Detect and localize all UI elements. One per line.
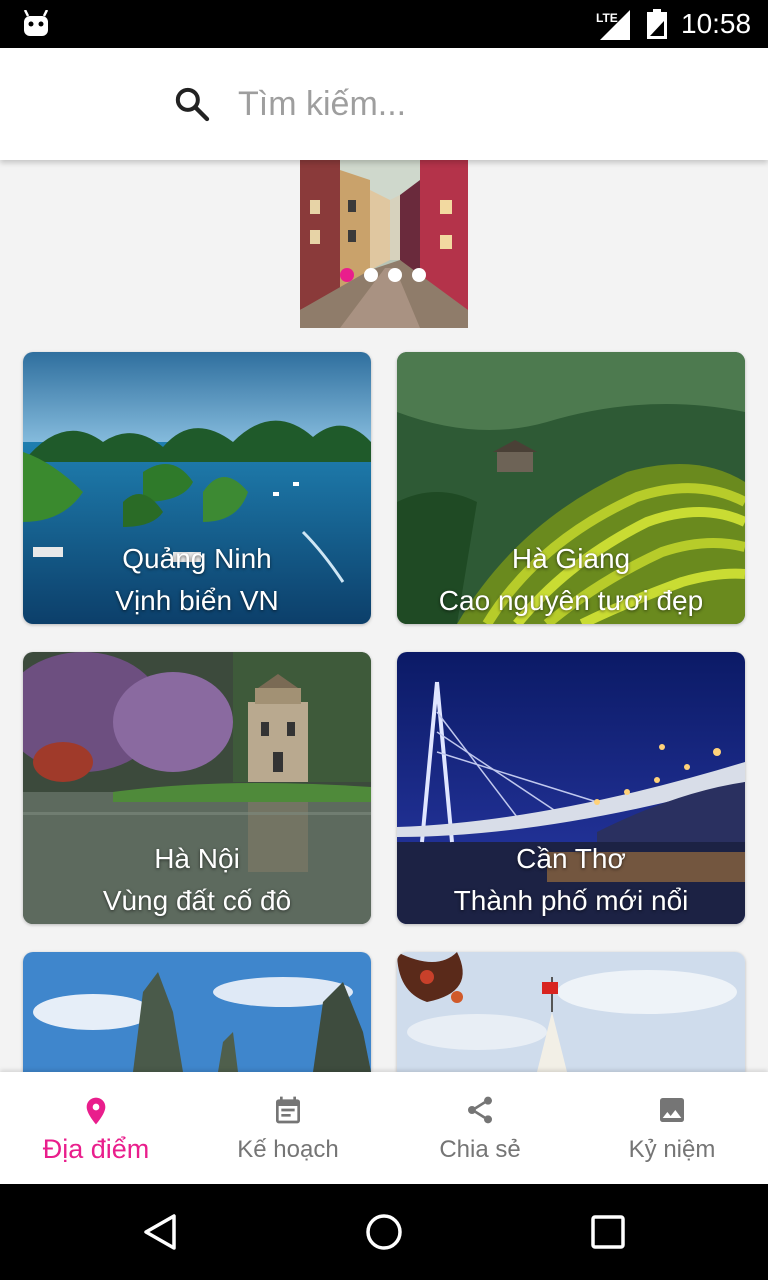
place-card-can-tho[interactable]: Cần Thơ Thành phố mới nổi (397, 652, 745, 924)
place-name: Cần Thơ (516, 843, 626, 874)
place-caption: Hà Nội Vùng đất cố đô (23, 838, 371, 922)
place-subtitle: Vùng đất cố đô (102, 885, 292, 916)
place-caption: Cần Thơ Thành phố mới nổi (397, 838, 745, 922)
place-card-quang-ninh[interactable]: Quảng Ninh Vịnh biển VN (23, 352, 371, 624)
calendar-icon (276, 1096, 300, 1124)
search-bar (0, 48, 768, 160)
place-card-ha-giang[interactable]: Hà Giang Cao nguyên tươi đẹp (397, 352, 745, 624)
nav-item-plan[interactable]: Kế hoạch (192, 1072, 384, 1184)
place-card[interactable] (397, 952, 745, 1072)
place-caption: Hà Giang Cao nguyên tươi đẹp (397, 538, 745, 622)
location-pin-icon (86, 1097, 106, 1125)
image-icon (660, 1098, 684, 1122)
place-caption: Quảng Ninh Vịnh biển VN (23, 538, 371, 622)
carousel-dot[interactable] (388, 268, 402, 282)
status-bar: LTE 10:58 (0, 0, 768, 48)
carousel-dot-active[interactable] (340, 268, 354, 282)
place-image-flag-tower (397, 952, 745, 1072)
clock: 10:58 (681, 8, 752, 39)
place-image-karst-sky (23, 952, 371, 1072)
carousel-dot[interactable] (364, 268, 378, 282)
place-name: Quảng Ninh (122, 543, 272, 574)
nav-item-places[interactable]: Địa điểm (0, 1072, 192, 1184)
nav-label: Kế hoạch (237, 1136, 339, 1163)
home-icon[interactable] (364, 1212, 404, 1252)
back-icon[interactable] (140, 1212, 180, 1252)
share-icon (468, 1096, 492, 1124)
nav-label: Địa điểm (42, 1134, 150, 1164)
place-name: Hà Giang (511, 543, 631, 574)
svg-text:LTE: LTE (596, 11, 618, 25)
nav-item-memories[interactable]: Kỷ niệm (576, 1072, 768, 1184)
recents-icon[interactable] (590, 1214, 626, 1250)
place-subtitle: Thành phố mới nổi (453, 885, 689, 916)
search-input[interactable] (238, 78, 718, 130)
carousel-indicator (340, 268, 426, 282)
banner-street-image (300, 160, 468, 328)
battery-icon (647, 9, 667, 39)
nav-label: Kỷ niệm (628, 1136, 716, 1163)
place-subtitle: Cao nguyên tươi đẹp (438, 585, 704, 616)
banner-carousel[interactable] (300, 160, 468, 328)
nav-label: Chia sẻ (439, 1136, 521, 1163)
search-icon[interactable] (172, 84, 212, 124)
lte-signal-icon: LTE (596, 10, 630, 40)
bottom-navigation: Địa điểm Kế hoạch Chia sẻ Kỷ niệm (0, 1072, 768, 1184)
place-card-ha-noi[interactable]: Hà Nội Vùng đất cố đô (23, 652, 371, 924)
place-card[interactable] (23, 952, 371, 1072)
place-name: Hà Nội (154, 843, 240, 874)
android-notification-icon (23, 10, 49, 36)
nav-item-share[interactable]: Chia sẻ (384, 1072, 576, 1184)
place-subtitle: Vịnh biển VN (115, 585, 279, 616)
carousel-dot[interactable] (412, 268, 426, 282)
system-navigation-bar (0, 1184, 768, 1280)
